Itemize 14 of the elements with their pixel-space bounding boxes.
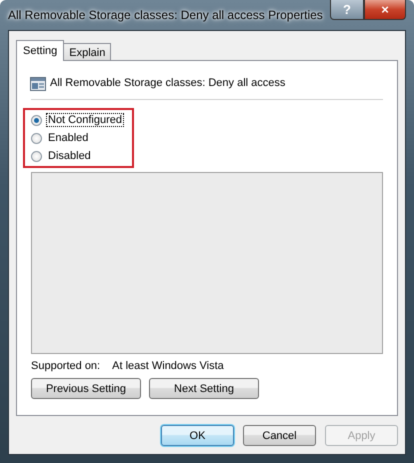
window-title: All Removable Storage classes: Deny all access Properties — [8, 8, 324, 22]
tab[interactable]: Setting — [16, 40, 64, 61]
supported-on-value: At least Windows Vista — [112, 360, 224, 372]
policy-icon — [30, 76, 46, 90]
supported-on-label: Supported on: — [31, 360, 100, 372]
tab[interactable]: Explain — [63, 43, 112, 61]
policy-name: All Removable Storage classes: Deny all access — [50, 77, 286, 89]
nav-button[interactable]: Previous Setting — [31, 378, 141, 399]
radio-button[interactable]: Enabled — [31, 131, 124, 145]
nav-button[interactable]: Next Setting — [149, 378, 259, 399]
dialog-button[interactable]: Cancel — [243, 425, 316, 446]
close-button[interactable]: × — [364, 0, 406, 20]
dialog-button[interactable]: OK — [161, 425, 234, 446]
radio-button[interactable]: Disabled — [31, 149, 124, 163]
